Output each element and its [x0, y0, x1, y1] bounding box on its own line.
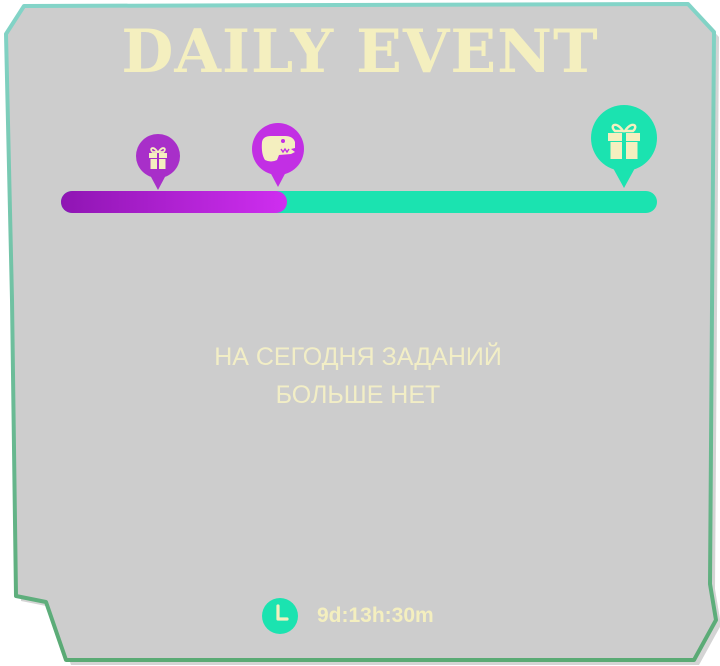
reward-marker-3[interactable] — [590, 104, 658, 190]
timer-value: 9d:13h:30m — [317, 604, 434, 627]
reward-marker-1[interactable] — [133, 133, 183, 193]
daily-event-panel: DAILY EVENT НА СЕГОДНЯ ЗАДАНИЙ БОЛЬШЕ НЕ… — [0, 0, 720, 666]
message-line-2: БОЛЬШЕ НЕТ — [275, 381, 441, 409]
progress-track — [61, 191, 657, 213]
message-line-1: НА СЕГОДНЯ ЗАДАНИЙ — [214, 343, 502, 371]
progress-bar-fill — [61, 191, 287, 213]
clock-icon — [262, 598, 298, 634]
reward-marker-2[interactable] — [249, 122, 307, 190]
event-timer: 9d:13h:30m — [262, 598, 434, 634]
no-tasks-message: НА СЕГОДНЯ ЗАДАНИЙ БОЛЬШЕ НЕТ — [0, 338, 716, 414]
